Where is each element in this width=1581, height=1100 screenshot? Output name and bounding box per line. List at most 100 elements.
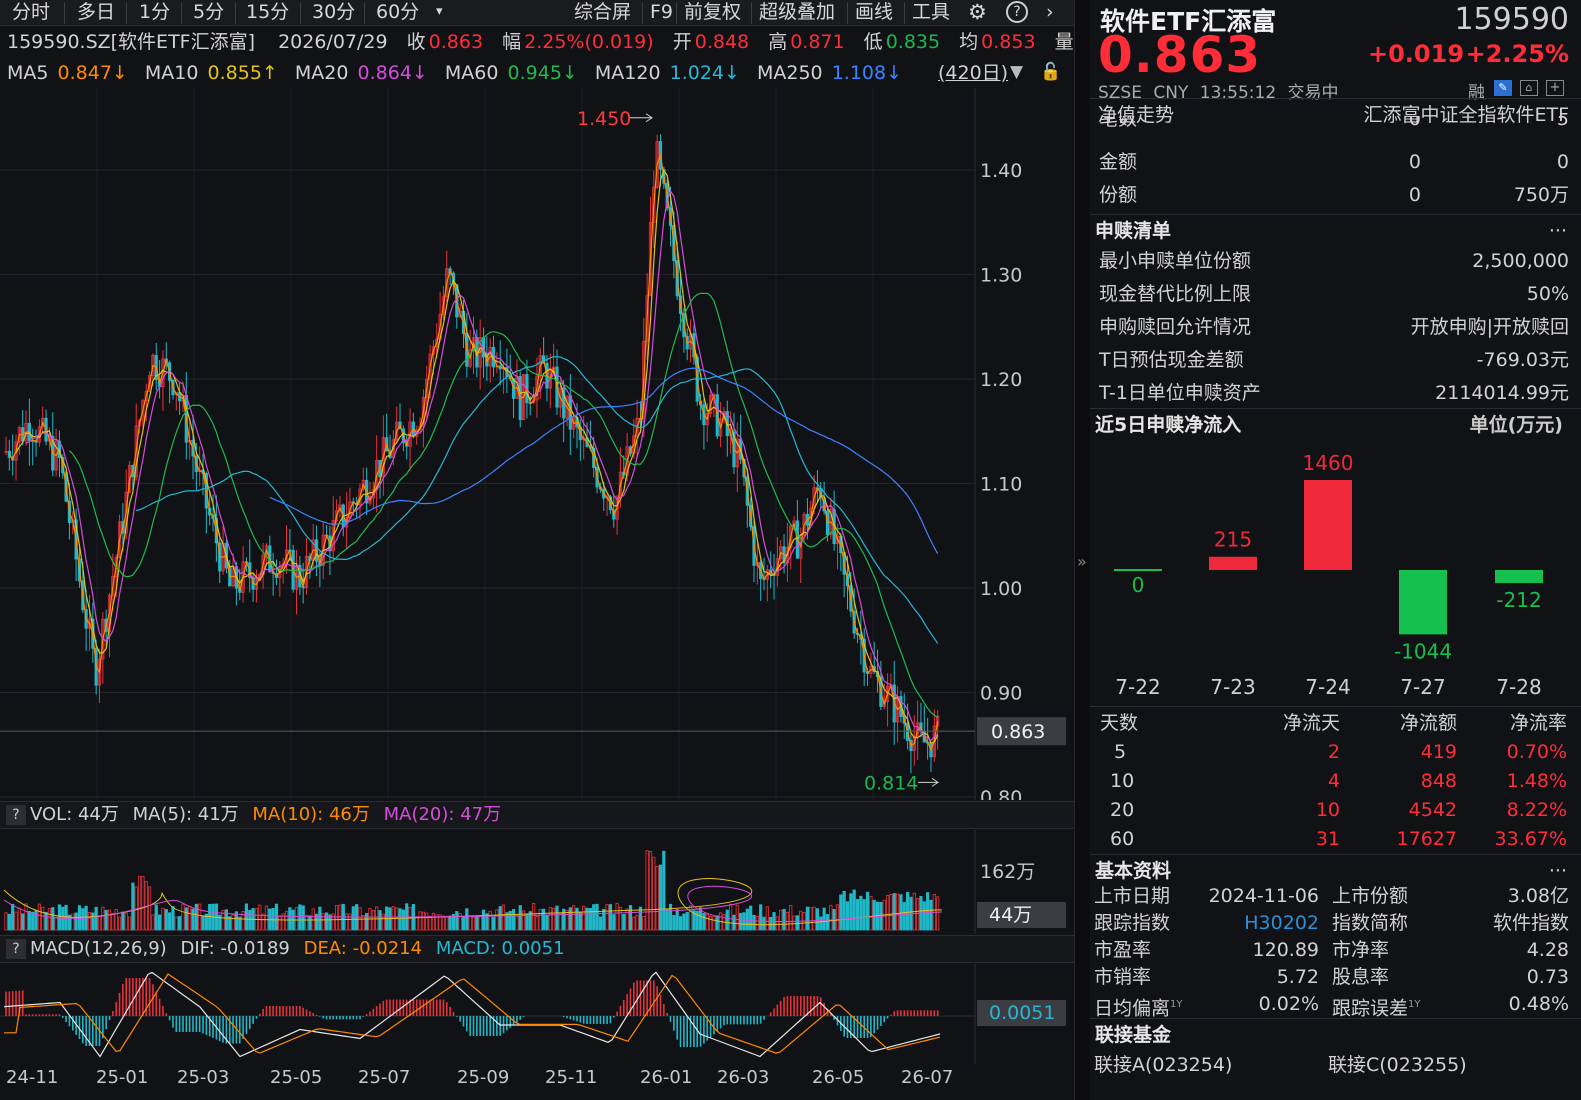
volume-bar (194, 903, 198, 931)
linked-fund-c[interactable]: 联接C(023255) (1328, 1049, 1467, 1082)
composite-screen-button[interactable]: 综合屏 (574, 0, 631, 26)
lock-icon[interactable]: 🔓 (1040, 62, 1061, 82)
volume-bar (137, 875, 142, 931)
volume-bar (779, 909, 783, 931)
tracking-index-link[interactable]: H30202 (1244, 910, 1319, 937)
volume-bar (835, 904, 840, 931)
period-tab-1min[interactable]: 1分 (139, 0, 170, 26)
dropdown-triangle-icon[interactable]: ▼ (1010, 62, 1023, 82)
period-tab-30min[interactable]: 30分 (312, 0, 355, 26)
volume-help-icon[interactable]: ? (6, 805, 26, 825)
volume-bar (552, 907, 556, 931)
volume-bar (819, 916, 823, 931)
volume-bar (324, 912, 329, 931)
volume-bar (151, 914, 155, 931)
volume-bar (812, 906, 816, 931)
volume-bar (642, 916, 646, 931)
creation-row: T-1日单位申赎资产 2114014.99元 (1099, 382, 1569, 404)
panel-divider[interactable]: » (1074, 0, 1090, 1100)
max-price-arrow (630, 113, 653, 123)
period-toolbar: 分时 多日 1分 5分 15分 30分 60分 ▾ 综合屏 F9 前复权 超级叠… (0, 0, 1074, 26)
volume-current-label: 44万 (989, 904, 1032, 926)
volume-bar (401, 909, 405, 931)
help-icon[interactable]: ? (1006, 1, 1028, 23)
volume-bar (168, 912, 172, 931)
volume-bar (605, 904, 609, 931)
volume-bar (171, 906, 175, 931)
macd-chart[interactable]: 0.0051 (0, 964, 1074, 1064)
volume-bar (158, 914, 162, 931)
overlay-button[interactable]: 超级叠加 (759, 0, 835, 26)
volume-bar (855, 899, 860, 931)
volume-bar (284, 910, 289, 931)
chevron-right-icon[interactable]: › (1046, 0, 1054, 26)
volume-bar (555, 905, 559, 931)
volume-ma20: MA(20): 47万 (383, 804, 502, 825)
flow-bar (1495, 570, 1543, 584)
volume-bar (304, 914, 309, 931)
gear-icon[interactable]: ⚙ (968, 0, 987, 26)
edit-icon[interactable]: ✎ (1494, 80, 1512, 96)
flow-unit: 单位(万元) (1469, 414, 1563, 436)
period-tab-5min[interactable]: 5分 (193, 0, 224, 26)
kline-chart[interactable]: 1.40 1.30 1.20 1.10 1.00 0.90 0.80 0.863 1.450 0.… (0, 88, 1074, 800)
ma20-value: 0.864↓ (357, 62, 428, 84)
stats-row-partial: 笔数 0 5 (1099, 116, 1569, 130)
period-more-dropdown-icon[interactable]: ▾ (436, 0, 443, 26)
collapse-arrow-icon[interactable]: » (1077, 552, 1087, 571)
volume-bar (759, 904, 763, 931)
volume-bar (822, 907, 826, 931)
volume-bar (97, 915, 102, 931)
volume-bar (849, 893, 853, 931)
volume-bar (906, 891, 910, 931)
quote-summary: 159590.SZ[软件ETF汇添富] 2026/07/29 收 0.863 幅2… (7, 31, 1074, 53)
volume-bar (378, 910, 382, 931)
volume-bar (298, 904, 302, 931)
volume-bar (471, 916, 476, 931)
volume-bar (622, 914, 626, 931)
volume-bar (101, 906, 105, 931)
period-tab-timeshare[interactable]: 分时 (12, 0, 50, 26)
volume-bar (729, 903, 733, 931)
volume-header: ? VOL: 44万 MA(5): 41万 MA(10): 46万 MA(20):… (0, 801, 1074, 829)
volume-bar (37, 903, 41, 931)
chart-panel[interactable]: 分时 多日 1分 5分 15分 30分 60分 ▾ 综合屏 F9 前复权 超级叠… (0, 0, 1074, 1100)
volume-bar (769, 916, 773, 931)
ma5-value: 0.847↓ (57, 62, 128, 84)
macd-help-icon[interactable]: ? (6, 939, 26, 959)
volume-bar (542, 908, 546, 931)
volume-chart[interactable]: 162万 44万 (0, 830, 1074, 934)
volume-bar (789, 905, 793, 931)
period-tab-multiday[interactable]: 多日 (77, 0, 115, 26)
volume-bar (735, 904, 739, 931)
volume-bar (678, 916, 683, 931)
creation-more-button[interactable]: ··· (1549, 215, 1567, 248)
drawing-button[interactable]: 画线 (855, 0, 893, 26)
forward-adjust-button[interactable]: 前复权 (684, 0, 741, 26)
macd-dea: DEA: -0.0214 (303, 938, 423, 959)
period-tab-15min[interactable]: 15分 (246, 0, 289, 26)
volume-bar (825, 914, 830, 931)
volume-bar (107, 909, 112, 931)
volume-bar (415, 916, 419, 931)
f9-button[interactable]: F9 (650, 0, 673, 26)
volume-bar (318, 906, 322, 931)
current-price-label: 0.863 (991, 721, 1045, 743)
volume-bar (271, 908, 275, 931)
tools-button[interactable]: 工具 (912, 0, 950, 26)
volume-bar (839, 894, 843, 931)
x-tick: 25-11 (545, 1067, 598, 1088)
alert-icon[interactable]: ⌂ (1520, 80, 1538, 96)
volume-bar (294, 907, 299, 931)
linked-fund-a[interactable]: 联接A(023254) (1094, 1049, 1232, 1082)
period-tab-60min[interactable]: 60分 (376, 0, 419, 26)
volume-bar (278, 916, 282, 931)
change-value: 2.25%(0.019) (524, 31, 654, 53)
flow-table-row: 60 31 17627 33.67% (1110, 828, 1567, 850)
volume-bar (662, 850, 666, 931)
ma120-value: 1.024↓ (669, 62, 740, 84)
period-range-label[interactable]: (420日) (938, 59, 1008, 87)
open-price: 0.848 (694, 31, 750, 53)
volume-bar (725, 909, 729, 931)
add-icon[interactable]: + (1546, 80, 1564, 96)
